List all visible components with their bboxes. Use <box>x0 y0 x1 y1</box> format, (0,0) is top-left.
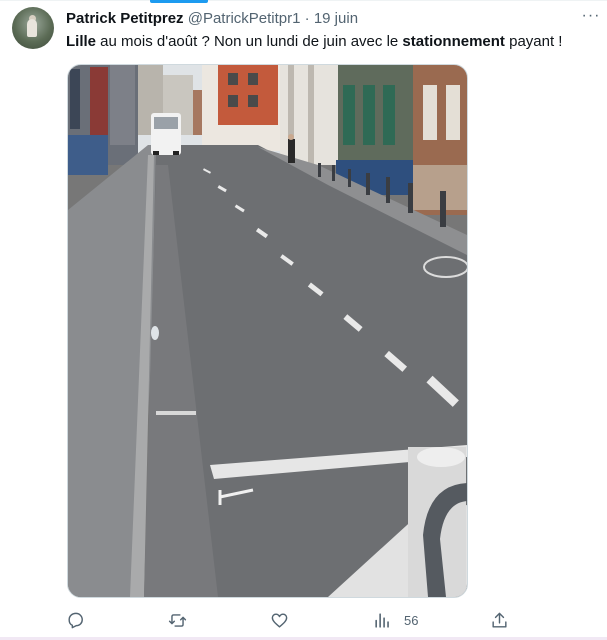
tweet-action-bar: 56 <box>0 605 607 635</box>
tweet-text-bold-city: Lille <box>66 33 97 50</box>
retweet-icon <box>168 613 187 627</box>
tab-indicator <box>150 0 208 3</box>
avatar[interactable] <box>12 7 54 49</box>
reply-button[interactable] <box>66 605 85 635</box>
more-options-icon[interactable]: ··· <box>578 6 604 28</box>
tweet-header: Patrick Petitprez @PatrickPetitpr1 · 19 … <box>66 9 358 29</box>
views-button[interactable]: 56 <box>373 605 418 635</box>
author-handle[interactable]: @PatrickPetitpr1 <box>188 10 301 27</box>
share-button[interactable] <box>490 605 509 635</box>
share-icon <box>492 612 507 628</box>
separator-dot: · <box>304 10 310 27</box>
bar-chart-icon <box>375 612 389 628</box>
views-count: 56 <box>404 612 419 628</box>
like-button[interactable] <box>270 605 289 635</box>
tweet-text-part: au mois d'août ? Non un lundi de juin av… <box>96 33 403 50</box>
heart-icon <box>271 612 288 628</box>
tweet-date[interactable]: 19 juin <box>314 10 358 27</box>
tweet-text-part-end: payant ! <box>504 33 563 50</box>
reply-icon <box>68 612 83 628</box>
tweet-text: Lille au mois d'août ? Non un lundi de j… <box>66 32 562 52</box>
tweet-photo[interactable] <box>67 64 468 598</box>
author-name[interactable]: Patrick Petitprez <box>66 10 184 27</box>
tweet-text-bold-parking: stationnement <box>402 33 505 50</box>
top-divider <box>0 0 607 1</box>
retweet-button[interactable] <box>168 605 187 635</box>
